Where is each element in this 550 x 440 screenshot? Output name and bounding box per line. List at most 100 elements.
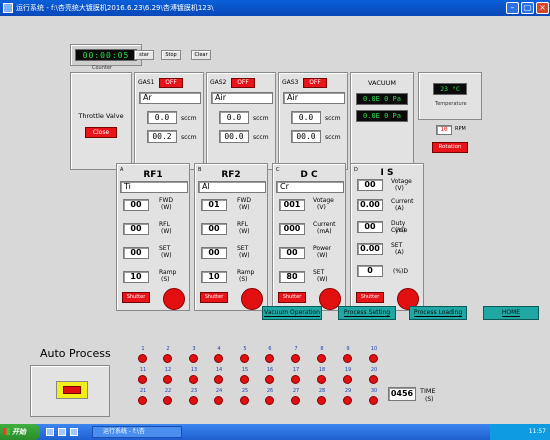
source-c-value-3: 00: [279, 247, 305, 259]
source-a-shutter-button[interactable]: Shutter: [122, 292, 150, 303]
gas2-setpoint-field[interactable]: 0.0: [219, 111, 249, 124]
source-b-value-4[interactable]: 10: [201, 271, 227, 283]
source-a-unit-4: (S): [161, 276, 170, 283]
quicklaunch-icon-2[interactable]: [58, 428, 66, 436]
source-d-label-4: SET: [391, 242, 403, 249]
window-titlebar: 运行系统 - f:\杏亮统大镀膜机2016.6.23\6.29\杏溥镀膜机123…: [0, 0, 550, 16]
gas3-panel: GAS3 OFF Air 0.0 sccm 00.0 sccm: [278, 72, 348, 170]
rotation-button[interactable]: Rotation: [432, 142, 468, 153]
source-d-label-5: (%)D: [393, 268, 409, 275]
quicklaunch-icon-1[interactable]: [46, 428, 54, 436]
source-a-status-lamp: [163, 288, 185, 310]
process-step-number: 27: [292, 388, 300, 394]
process-step-indicator: [163, 375, 172, 384]
source-c-material-field[interactable]: Cr: [276, 181, 344, 193]
source-c-unit-1: (V): [317, 204, 326, 211]
source-b-label-1: FWD: [237, 197, 252, 204]
source-d-value-5[interactable]: 0: [357, 265, 383, 277]
source-b-shutter-button[interactable]: Shutter: [200, 292, 228, 303]
gas3-actual-unit: sccm: [325, 134, 341, 141]
source-b-label-2: RFL: [237, 221, 248, 228]
gas1-actual-field: 00.2: [147, 130, 177, 143]
source-a-value-3[interactable]: 00: [123, 247, 149, 259]
process-step-number: 10: [370, 346, 378, 352]
process-step-indicator: [189, 375, 198, 384]
counter-start-button[interactable]: star: [134, 50, 154, 60]
process-setting-button[interactable]: Process Setting: [338, 306, 396, 320]
source-d-value-1: 00: [357, 179, 383, 191]
process-step-indicator: [163, 354, 172, 363]
gas1-gas-field[interactable]: Ar: [139, 92, 201, 104]
vacuum-operation-button[interactable]: Vacuum Operation: [262, 306, 322, 320]
gas2-actual-unit: sccm: [253, 134, 269, 141]
counter-clear-button[interactable]: Clear: [191, 50, 211, 60]
gas1-setpoint-field[interactable]: 0.0: [147, 111, 177, 124]
source-c-label-2: Current: [313, 221, 336, 228]
taskbar-task-runtime[interactable]: 运行系统 - f:\杏: [92, 426, 182, 438]
vacuum-panel: VACUUM 0.0E 0 Pa 0.0E 0 Pa: [350, 72, 414, 170]
counter-display: 00:00:05: [75, 49, 137, 61]
source-a-material-field[interactable]: Ti: [120, 181, 188, 193]
temperature-display: 23 °C: [433, 83, 467, 95]
process-step-indicator: [317, 354, 326, 363]
auto-process-title: Auto Process: [40, 347, 111, 360]
process-step-number: 11: [139, 367, 147, 373]
close-button[interactable]: ×: [536, 2, 549, 14]
gas2-gas-field[interactable]: Air: [211, 92, 273, 104]
gas2-off-button[interactable]: OFF: [231, 78, 255, 88]
process-step-number: 4: [217, 346, 221, 352]
process-step-indicator: [240, 375, 249, 384]
source-c-value-4[interactable]: 80: [279, 271, 305, 283]
start-button[interactable]: 开始: [0, 424, 40, 440]
source-b-unit-3: (W): [239, 252, 250, 259]
source-a-value-1: 00: [123, 199, 149, 211]
process-step-indicator: [240, 396, 249, 405]
gas2-actual-field: 00.0: [219, 130, 249, 143]
auto-process-start-button[interactable]: [63, 386, 81, 394]
source-b-value-3[interactable]: 00: [201, 247, 227, 259]
maximize-button[interactable]: □: [521, 2, 534, 14]
process-step-number: 25: [241, 388, 249, 394]
source-b-title: RF2: [221, 170, 241, 180]
gas1-name: GAS1: [138, 79, 155, 86]
gas3-off-button[interactable]: OFF: [303, 78, 327, 88]
throttle-close-button[interactable]: Close: [85, 127, 117, 138]
process-step-indicator: [291, 375, 300, 384]
source-b-material-field[interactable]: Al: [198, 181, 266, 193]
source-a-panel: A RF1 Ti 00 FWD (W) 00 RFL (W) 00 SET (W…: [116, 163, 190, 311]
source-b-unit-4: (S): [239, 276, 248, 283]
source-c-shutter-button[interactable]: Shutter: [278, 292, 306, 303]
source-a-value-2: 00: [123, 223, 149, 235]
auto-process-start-frame[interactable]: [56, 381, 88, 399]
counter-label: Counter: [92, 65, 112, 71]
source-a-unit-2: (W): [161, 228, 172, 235]
windows-flag-icon: [3, 428, 10, 435]
gas3-setpoint-field[interactable]: 0.0: [291, 111, 321, 124]
source-d-value-4[interactable]: 0.00: [357, 243, 383, 255]
process-step-number: 14: [215, 367, 223, 373]
source-a-value-4[interactable]: 10: [123, 271, 149, 283]
source-d-shutter-button[interactable]: Shutter: [356, 292, 384, 303]
system-tray: 11:57: [490, 424, 550, 440]
process-step-indicator: [291, 354, 300, 363]
gas1-off-button[interactable]: OFF: [159, 78, 183, 88]
source-c-label-4: SET: [313, 269, 325, 276]
process-loading-button[interactable]: Process Loading: [409, 306, 467, 320]
process-step-indicator: [138, 354, 147, 363]
quicklaunch-icon-3[interactable]: [70, 428, 78, 436]
process-step-number: 3: [192, 346, 196, 352]
time-display: 0456: [388, 387, 416, 401]
gas3-gas-field[interactable]: Air: [283, 92, 345, 104]
gas2-setpoint-unit: sccm: [253, 115, 269, 122]
process-step-indicator: [265, 375, 274, 384]
minimize-button[interactable]: –: [506, 2, 519, 14]
home-button[interactable]: HOME: [483, 306, 539, 320]
rpm-field[interactable]: 10: [436, 125, 452, 135]
process-step-number: 28: [318, 388, 326, 394]
source-c-value-1: 001: [279, 199, 305, 211]
auto-process-panel: [30, 365, 110, 417]
process-step-indicator: [138, 396, 147, 405]
counter-stop-button[interactable]: Stop: [161, 50, 181, 60]
vacuum-operation-label: Vacuum Operation: [264, 309, 320, 317]
process-step-number: 24: [215, 388, 223, 394]
